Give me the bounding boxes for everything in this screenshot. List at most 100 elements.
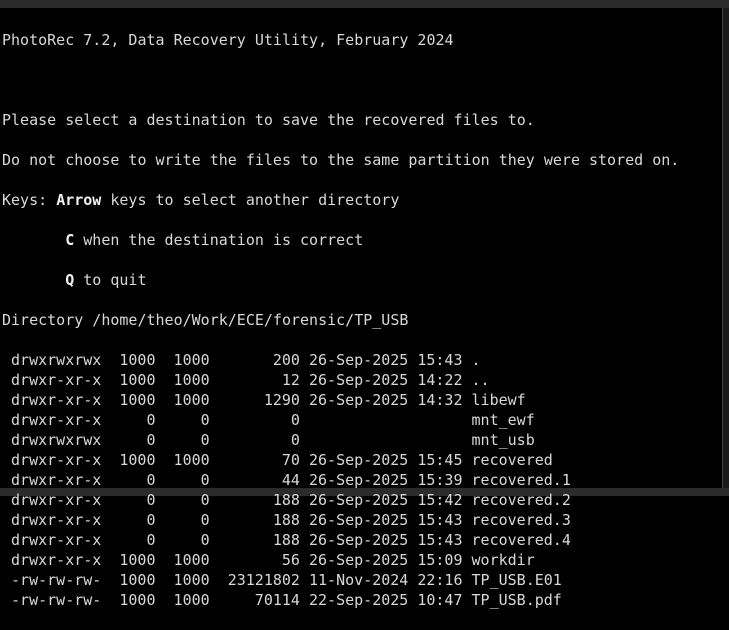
selection-marker	[2, 410, 11, 430]
entry-gid: 1000	[173, 371, 210, 389]
directory-entry[interactable]: drwxr-xr-x 0 0 188 26-Sep-2025 15:43 reco…	[2, 510, 679, 530]
entry-gid: 0	[200, 531, 210, 549]
entry-name: workdir	[471, 551, 535, 569]
directory-entry[interactable]: -rw-rw-rw- 1000 1000 70114 22-Sep-2025 10…	[2, 590, 679, 610]
directory-entry[interactable]: drwxr-xr-x 1000 1000 12 26-Sep-2025 14:22…	[2, 370, 679, 390]
directory-listing: drwxrwxrwx 1000 1000 200 26-Sep-2025 15:4…	[2, 350, 679, 610]
directory-entry[interactable]: drwxr-xr-x 0 0 44 26-Sep-2025 15:39 recov…	[2, 470, 679, 490]
entry-name: recovered.2	[471, 491, 571, 509]
entry-gid: 1000	[173, 351, 210, 369]
entry-size: 188	[272, 531, 300, 549]
directory-entry[interactable]: drwxrwxrwx 1000 1000 200 26-Sep-2025 15:4…	[2, 350, 679, 370]
entry-time: 22:16	[417, 571, 463, 589]
directory-entry[interactable]: drwxr-xr-x 0 0 188 26-Sep-2025 15:43 reco…	[2, 530, 679, 550]
entry-uid: 1000	[119, 551, 156, 569]
entry-time: 15:09	[417, 551, 463, 569]
entry-size: 1290	[263, 391, 300, 409]
directory-entry[interactable]: drwxr-xr-x 0 0 0 mnt_ewf	[2, 410, 679, 430]
warning-line: Do not choose to write the files to the …	[2, 151, 680, 169]
c-key-help: when the destination is correct	[74, 231, 364, 249]
q-key: Q	[65, 271, 75, 289]
selection-marker	[2, 530, 11, 550]
entry-uid: 1000	[119, 591, 156, 609]
entry-perms: drwxr-xr-x	[11, 511, 102, 529]
directory-entry[interactable]: -rw-rw-rw- 1000 1000 23121802 11-Nov-2024…	[2, 570, 679, 590]
entry-date: 26-Sep-2025	[308, 351, 409, 369]
scrollbar[interactable]	[722, 8, 729, 488]
selection-marker	[2, 390, 11, 410]
entry-size: 44	[281, 471, 300, 489]
directory-entry[interactable]: drwxrwxrwx 0 0 0 mnt_usb	[2, 430, 679, 450]
directory-entry[interactable]: drwxr-xr-x 0 0 188 26-Sep-2025 15:42 reco…	[2, 490, 679, 510]
directory-entry[interactable]: drwxr-xr-x 1000 1000 1290 26-Sep-2025 14:…	[2, 390, 679, 410]
entry-name: ..	[471, 371, 490, 389]
entry-time: 10:47	[417, 591, 463, 609]
entry-date: 26-Sep-2025	[308, 471, 409, 489]
entry-date: 26-Sep-2025	[308, 391, 409, 409]
entry-size: 188	[272, 491, 300, 509]
entry-perms: drwxr-xr-x	[11, 491, 102, 509]
entry-name: mnt_ewf	[471, 411, 535, 429]
arrow-key: Arrow	[56, 191, 102, 209]
entry-size: 23121802	[227, 571, 300, 589]
selection-marker	[2, 450, 11, 470]
entry-perms: drwxr-xr-x	[11, 451, 102, 469]
entry-uid: 0	[146, 471, 156, 489]
entry-gid: 1000	[173, 391, 210, 409]
entry-perms: drwxr-xr-x	[11, 531, 102, 549]
entry-size: 188	[272, 511, 300, 529]
c-key: C	[65, 231, 75, 249]
selection-marker	[2, 550, 11, 570]
entry-uid: 0	[146, 511, 156, 529]
entry-size: 70114	[254, 591, 300, 609]
arrow-key-help: keys to select another directory	[101, 191, 400, 209]
entry-perms: drwxrwxrwx	[11, 351, 102, 369]
q-key-help: to quit	[74, 271, 147, 289]
entry-size: 0	[290, 411, 300, 429]
entry-perms: drwxr-xr-x	[11, 411, 102, 429]
entry-date: 22-Sep-2025	[308, 591, 409, 609]
entry-time: 15:43	[417, 531, 463, 549]
directory-entry[interactable]: drwxr-xr-x 1000 1000 56 26-Sep-2025 15:09…	[2, 550, 679, 570]
entry-time: 15:43	[417, 351, 463, 369]
entry-size: 0	[290, 431, 300, 449]
entry-name: TP_USB.E01	[471, 571, 562, 589]
directory-entry[interactable]: drwxr-xr-x 1000 1000 70 26-Sep-2025 15:45…	[2, 450, 679, 470]
entry-gid: 1000	[173, 551, 210, 569]
entry-uid: 1000	[119, 371, 156, 389]
entry-perms: drwxr-xr-x	[11, 551, 102, 569]
